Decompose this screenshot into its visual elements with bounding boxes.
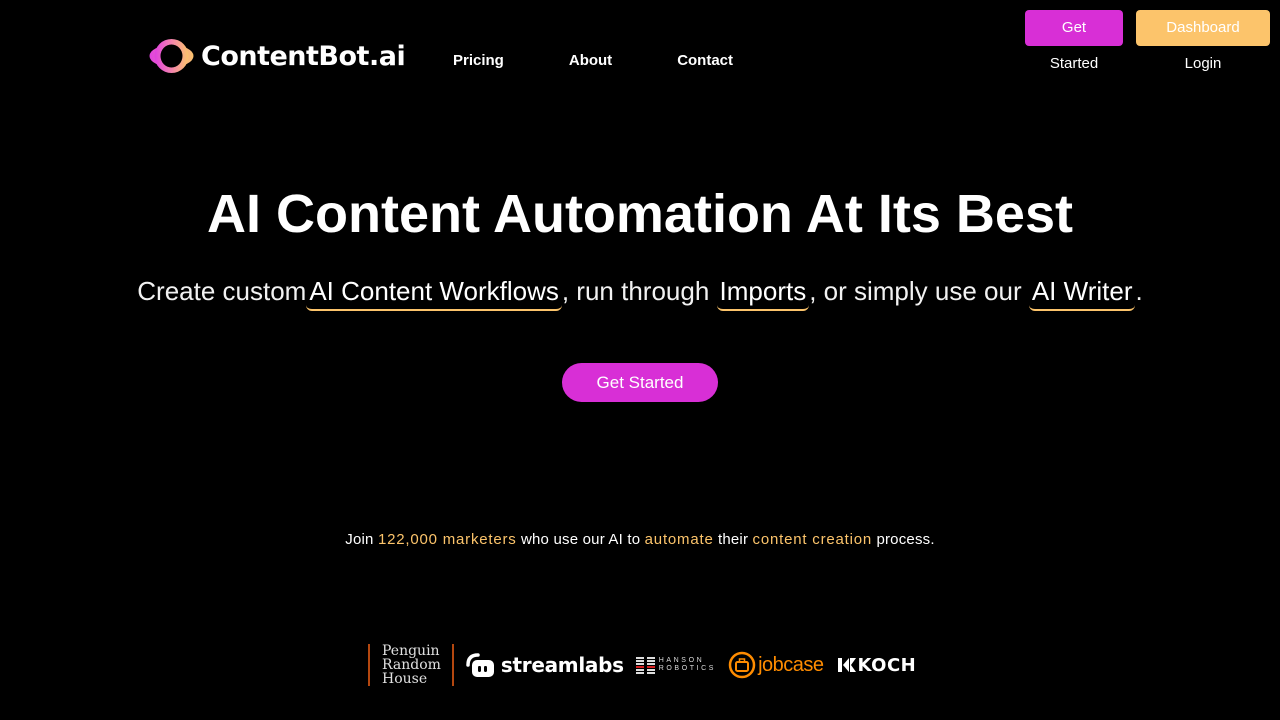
penguin-line: Penguin — [382, 643, 440, 659]
subtitle-text: . — [1135, 276, 1143, 306]
penguin-line: House — [382, 671, 428, 687]
top-buttons: Get Started Dashboard Login — [1025, 10, 1270, 72]
proof-text: who use our AI to — [516, 531, 645, 548]
marketers-count: 122,000 marketers — [377, 531, 517, 548]
penguin-logo-text: Penguin Random House — [370, 644, 452, 686]
ai-content-workflows-link[interactable]: AI Content Workflows — [306, 276, 562, 311]
hanson-line: ROBOTICS — [658, 665, 717, 672]
proof-text: process. — [872, 531, 935, 548]
subtitle-text: , or simply use our — [809, 276, 1029, 306]
logo-icon — [149, 39, 194, 73]
penguin-line: Random — [382, 657, 441, 673]
subtitle-text: Create custom — [137, 276, 307, 306]
proof-highlight-automate: automate — [644, 531, 714, 548]
hanson-logo-text: HANSON ROBOTICS — [659, 657, 716, 673]
koch-logo: KOCH — [837, 654, 917, 676]
hanson-robotics-logo: HANSON ROBOTICS — [635, 656, 716, 674]
hanson-icon — [635, 656, 655, 674]
proof-highlight-content-creation: content creation — [752, 531, 873, 548]
hero-title: AI Content Automation At Its Best — [207, 184, 1073, 244]
dashboard-login-button[interactable]: Dashboard Login — [1136, 10, 1270, 72]
logo-divider — [451, 644, 454, 686]
penguin-random-house-logo: Penguin Random House — [368, 644, 454, 686]
jobcase-icon — [728, 651, 756, 679]
get-started-top-button[interactable]: Get Started — [1025, 10, 1123, 72]
logo-link[interactable]: ContentBot.ai — [148, 38, 406, 74]
koch-text: KOCH — [857, 654, 917, 676]
social-proof: Join 122,000 marketers who use our AI to… — [0, 531, 1280, 548]
subtitle-text: , run through — [561, 276, 717, 306]
streamlabs-icon — [466, 653, 494, 677]
hero-subtitle: Create custom AI Content Workflows, run t… — [0, 276, 1280, 311]
jobcase-logo: jobcase — [728, 651, 824, 679]
ai-writer-link[interactable]: AI Writer — [1028, 276, 1136, 311]
get-started-cta-button[interactable]: Get Started — [562, 363, 718, 402]
imports-link[interactable]: Imports — [716, 276, 810, 311]
streamlabs-logo: streamlabs — [465, 651, 624, 679]
logo-text: ContentBot.ai — [201, 40, 406, 72]
nav-pricing[interactable]: Pricing — [453, 52, 504, 69]
main-nav: Pricing About Contact — [453, 52, 733, 69]
hanson-line: HANSON — [658, 657, 705, 664]
streamlabs-text: streamlabs — [500, 653, 624, 677]
landing-page: Get Started Dashboard Login ContentBot.a… — [0, 0, 1280, 720]
jobcase-text: jobcase — [758, 653, 824, 676]
nav-contact[interactable]: Contact — [677, 52, 733, 69]
nav-about[interactable]: About — [569, 52, 612, 69]
proof-text: their — [713, 531, 753, 548]
proof-text: Join — [345, 531, 378, 548]
client-logos: Penguin Random House streamlabs HANSON R… — [368, 644, 916, 686]
koch-icon — [837, 658, 856, 672]
